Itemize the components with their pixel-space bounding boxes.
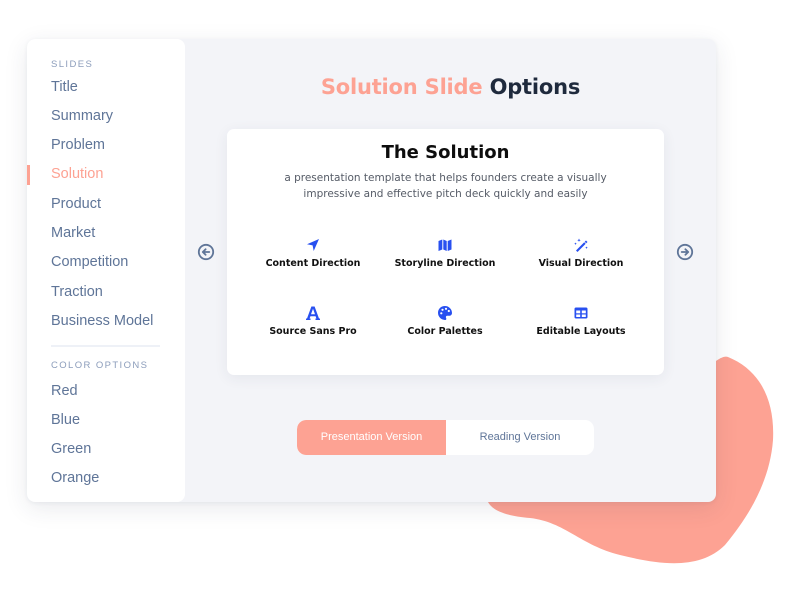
- feature-color-palettes: Color Palettes: [375, 305, 515, 337]
- sidebar-item-solution[interactable]: Solution: [51, 166, 103, 182]
- slide-subtitle-line1: a presentation template that helps found…: [284, 172, 607, 184]
- map-icon: [438, 239, 452, 251]
- location-arrow-icon: [307, 239, 319, 251]
- palette-icon: [438, 306, 452, 320]
- sidebar-item-market[interactable]: Market: [51, 225, 95, 241]
- next-slide-button[interactable]: [675, 242, 695, 262]
- feature-storyline-direction: Storyline Direction: [375, 237, 515, 269]
- sidebar: SLIDES Title Summary Problem Solution Pr…: [27, 39, 185, 502]
- feature-label: Source Sans Pro: [269, 326, 357, 337]
- version-toggle: Presentation Version Reading Version: [297, 420, 594, 455]
- feature-content-direction: Content Direction: [243, 237, 383, 269]
- slide-preview-card: The Solution a presentation template tha…: [227, 129, 664, 375]
- feature-source-sans-pro: Source Sans Pro: [243, 305, 383, 337]
- sidebar-divider: [51, 345, 160, 347]
- page-title: Solution Slide Options: [185, 75, 716, 99]
- sidebar-item-competition[interactable]: Competition: [51, 254, 128, 270]
- active-indicator: [27, 165, 30, 185]
- table-layout-icon: [574, 307, 588, 319]
- slide-subtitle-line2: impressive and effective pitch deck quic…: [303, 188, 588, 200]
- slides-section-label: SLIDES: [51, 59, 94, 70]
- sidebar-item-red[interactable]: Red: [51, 383, 78, 399]
- feature-label: Content Direction: [265, 258, 361, 269]
- arrow-circle-right-icon: [676, 243, 694, 261]
- slide-title: The Solution: [381, 142, 510, 163]
- font-letter-a-icon: [306, 306, 320, 320]
- feature-visual-direction: Visual Direction: [511, 237, 651, 269]
- app-window: SLIDES Title Summary Problem Solution Pr…: [27, 39, 716, 502]
- feature-label: Storyline Direction: [394, 258, 496, 269]
- sidebar-item-traction[interactable]: Traction: [51, 284, 103, 300]
- feature-label: Color Palettes: [407, 326, 483, 337]
- feature-editable-layouts: Editable Layouts: [511, 305, 651, 337]
- presentation-version-button[interactable]: Presentation Version: [297, 420, 446, 455]
- sidebar-item-title[interactable]: Title: [51, 79, 78, 95]
- sidebar-item-blue[interactable]: Blue: [51, 412, 80, 428]
- sidebar-item-green[interactable]: Green: [51, 441, 91, 457]
- magic-wand-icon: [574, 238, 588, 252]
- sidebar-item-orange[interactable]: Orange: [51, 470, 99, 486]
- sidebar-item-product[interactable]: Product: [51, 196, 101, 212]
- sidebar-item-business-model[interactable]: Business Model: [51, 313, 153, 329]
- color-options-section-label: COLOR OPTIONS: [51, 360, 149, 371]
- page-title-accent: Solution Slide: [320, 75, 483, 99]
- arrow-circle-left-icon: [197, 243, 215, 261]
- sidebar-item-problem[interactable]: Problem: [51, 137, 105, 153]
- sidebar-item-summary[interactable]: Summary: [51, 108, 113, 124]
- page-title-rest: Options: [489, 75, 581, 99]
- feature-label: Visual Direction: [538, 258, 624, 269]
- reading-version-button[interactable]: Reading Version: [446, 420, 594, 455]
- prev-slide-button[interactable]: [196, 242, 216, 262]
- slide-subtitle: a presentation template that helps found…: [267, 170, 624, 202]
- feature-label: Editable Layouts: [536, 326, 626, 337]
